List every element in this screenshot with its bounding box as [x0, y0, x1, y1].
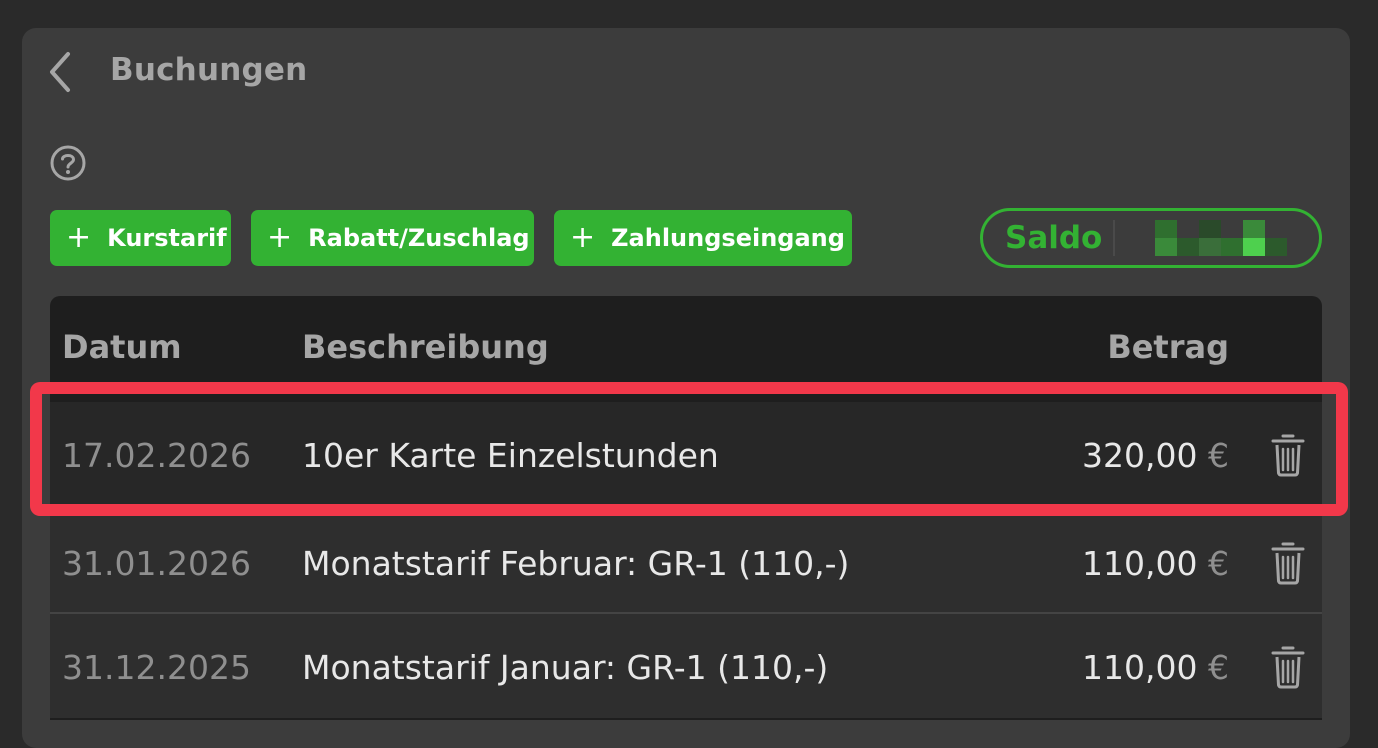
column-header-description[interactable]: Beschreibung [302, 328, 549, 366]
table-row[interactable]: 31.01.2026 Monatstarif Februar: GR-1 (11… [50, 508, 1322, 614]
row-description: Monatstarif Februar: GR-1 (110,-) [302, 544, 850, 583]
plus-icon: + [66, 220, 92, 255]
trash-icon[interactable] [1270, 540, 1306, 586]
row-date: 31.01.2026 [62, 544, 251, 583]
add-zahlungseingang-button[interactable]: + Zahlungseingang [554, 210, 852, 266]
add-kurstarif-button[interactable]: + Kurstarif [50, 210, 231, 266]
saldo-value-pixelated [1113, 220, 1293, 256]
currency-symbol: € [1208, 436, 1229, 475]
table-header: Datum Beschreibung Betrag [50, 296, 1322, 402]
trash-icon[interactable] [1270, 432, 1306, 478]
table-row[interactable]: 31.12.2025 Monatstarif Januar: GR-1 (110… [50, 612, 1322, 718]
row-amount: 110,00 € [1082, 544, 1229, 583]
amount-value: 110,00 [1082, 648, 1198, 687]
help-button[interactable] [48, 143, 88, 183]
currency-symbol: € [1208, 648, 1229, 687]
add-zahlungseingang-label: Zahlungseingang [611, 224, 845, 252]
amount-value: 320,00 [1082, 436, 1198, 475]
plus-icon: + [570, 220, 596, 255]
trash-icon[interactable] [1270, 644, 1306, 690]
row-date: 17.02.2026 [62, 436, 251, 475]
row-amount: 110,00 € [1082, 648, 1229, 687]
question-circle-icon [50, 145, 86, 181]
saldo-badge: Saldo [980, 208, 1322, 268]
add-rabatt-button[interactable]: + Rabatt/Zuschlag [251, 210, 534, 266]
row-date: 31.12.2025 [62, 648, 251, 687]
row-description: 10er Karte Einzelstunden [302, 436, 719, 475]
column-header-amount[interactable]: Betrag [1107, 328, 1229, 366]
plus-icon: + [267, 220, 293, 255]
table-row[interactable]: 17.02.2026 10er Karte Einzelstunden 320,… [50, 402, 1322, 508]
row-description: Monatstarif Januar: GR-1 (110,-) [302, 648, 829, 687]
amount-value: 110,00 [1082, 544, 1198, 583]
add-kurstarif-label: Kurstarif [107, 224, 227, 252]
chevron-left-icon [50, 52, 70, 92]
row-amount: 320,00 € [1082, 436, 1229, 475]
currency-symbol: € [1208, 544, 1229, 583]
add-rabatt-label: Rabatt/Zuschlag [308, 224, 530, 252]
saldo-label: Saldo [1005, 220, 1103, 256]
page-title: Buchungen [110, 52, 308, 88]
bookings-table: Datum Beschreibung Betrag 17.02.2026 10e… [50, 296, 1322, 720]
column-header-date[interactable]: Datum [62, 328, 182, 366]
back-button[interactable] [42, 50, 78, 94]
